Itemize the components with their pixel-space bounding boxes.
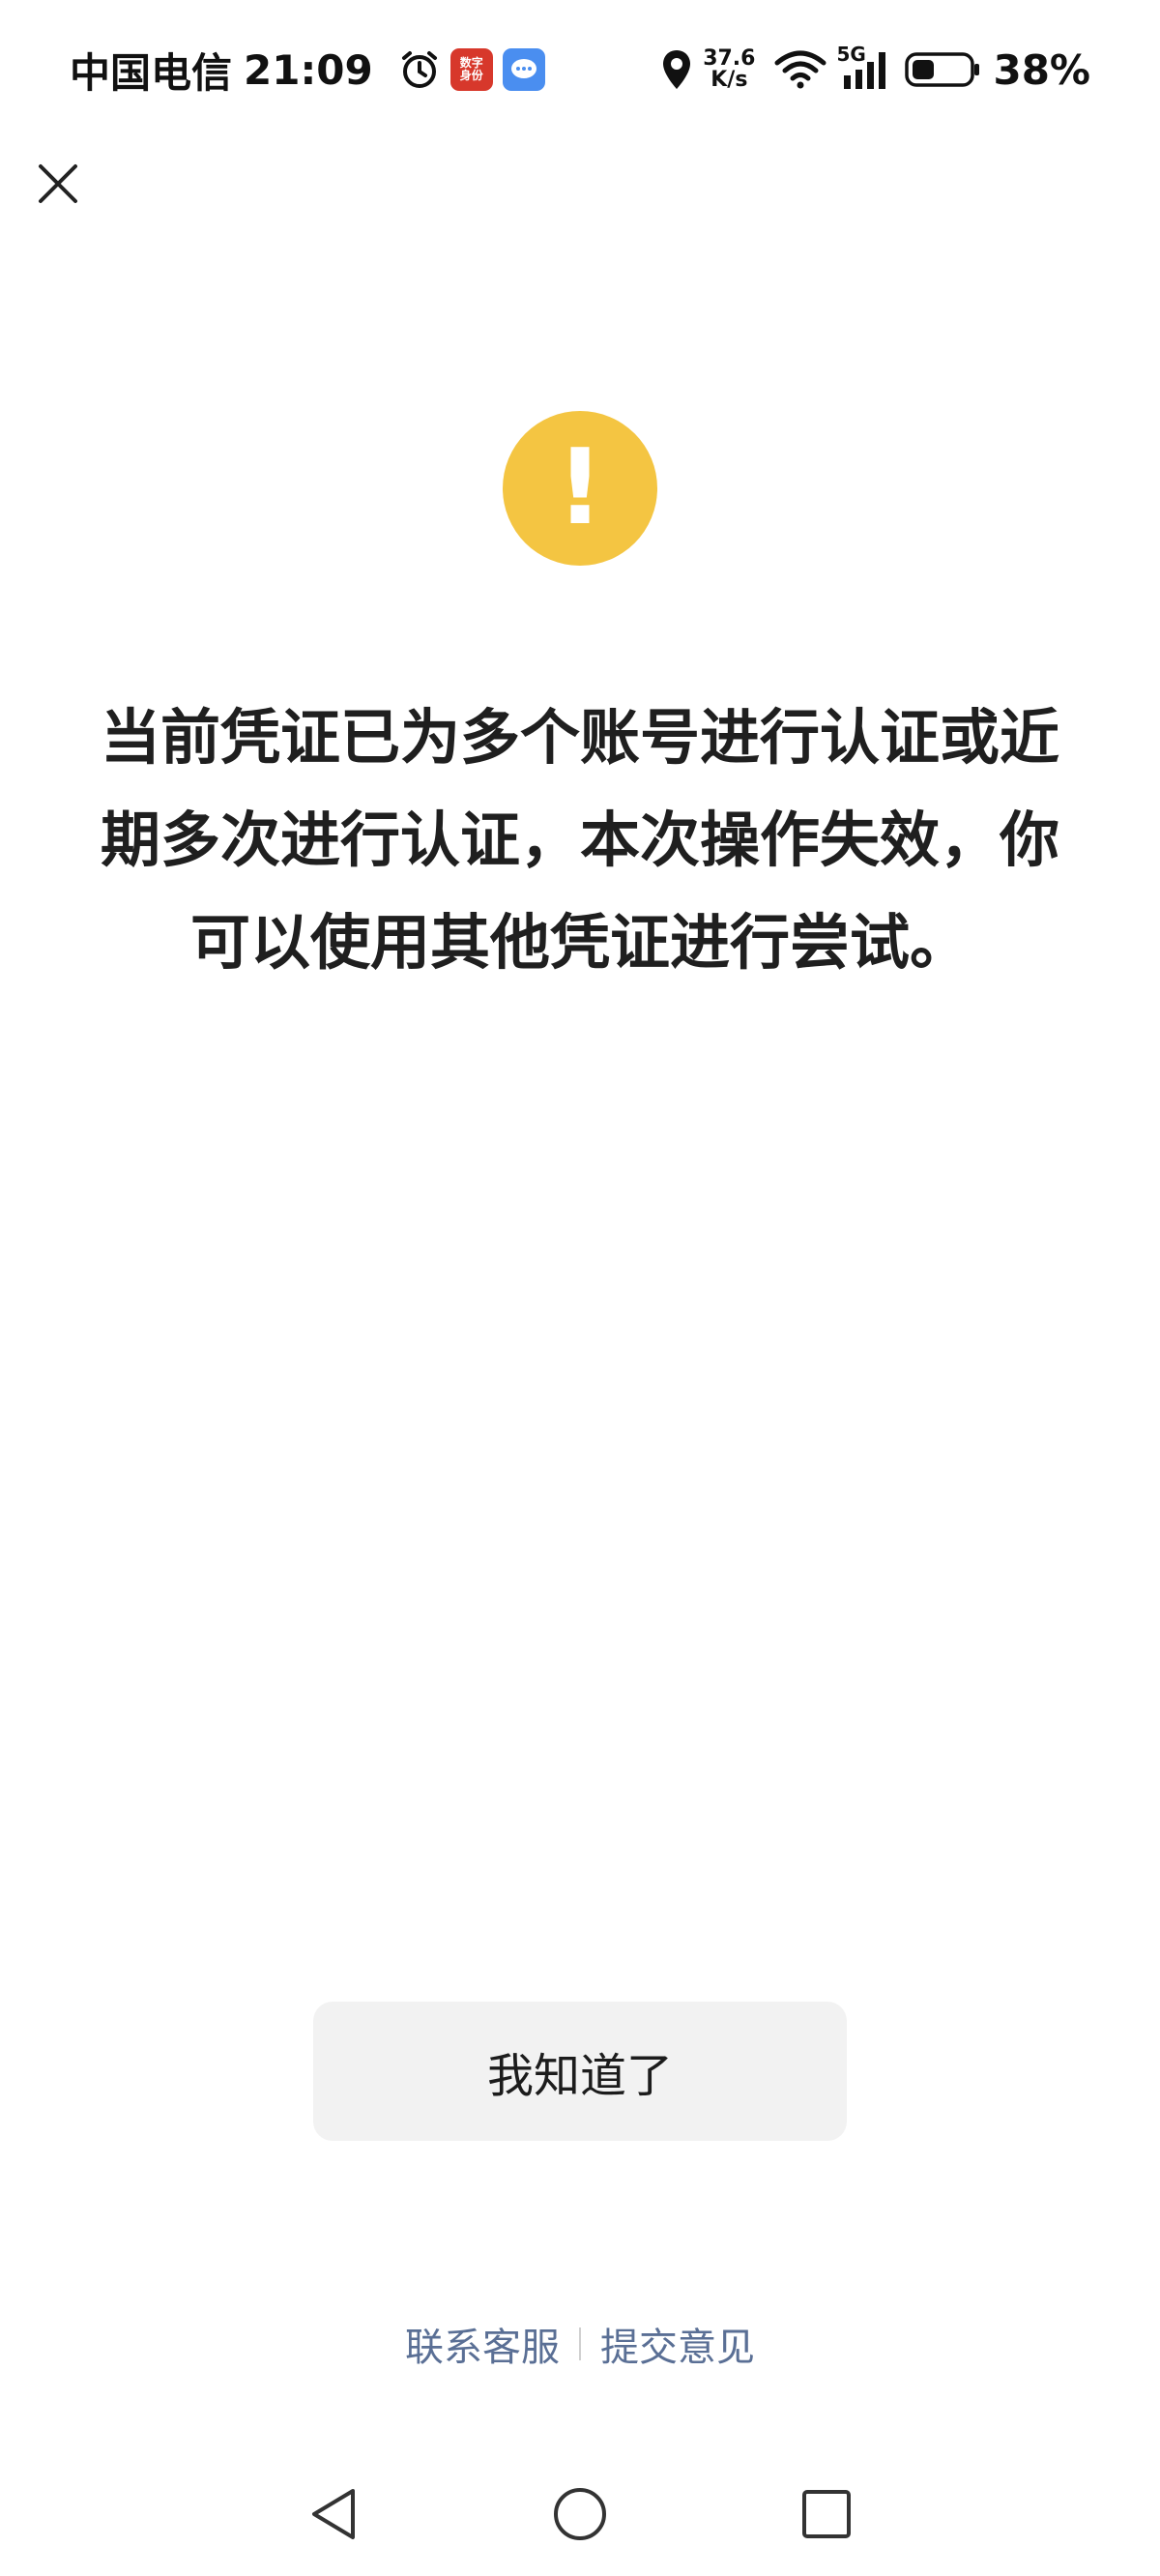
wifi-icon <box>774 49 826 90</box>
cellular-signal-icon: 5G <box>836 43 894 91</box>
nav-home-button[interactable] <box>536 2471 624 2558</box>
network-type-label: 5G <box>836 43 866 66</box>
warning-exclamation-glyph: ! <box>556 427 604 548</box>
system-nav-bar <box>0 2471 1160 2558</box>
location-icon <box>660 48 693 91</box>
footer-links: 联系客服 提交意见 <box>0 2316 1160 2372</box>
digital-id-app-icon: 数字身份 <box>450 48 493 91</box>
alarm-icon <box>398 48 441 91</box>
warning-icon: ! <box>503 411 657 566</box>
message-app-icon <box>502 48 545 91</box>
error-message: 当前凭证已为多个账号进行认证或近期多次进行认证，本次操作失效，你可以使用其他凭证… <box>100 702 1059 978</box>
close-icon <box>39 164 77 203</box>
network-speed: 37.6 K/s <box>703 48 755 91</box>
close-button[interactable] <box>29 155 87 213</box>
status-bar-left: 中国电信 21:09 数字身份 <box>70 41 545 99</box>
status-time: 21:09 <box>244 45 373 94</box>
submit-feedback-link[interactable]: 提交意见 <box>581 2316 774 2372</box>
confirm-button[interactable]: 我知道了 <box>313 2002 847 2141</box>
home-circle-icon <box>554 2488 606 2540</box>
network-speed-value: 37.6 <box>703 46 756 71</box>
status-bar: 中国电信 21:09 数字身份 37.6 K/s 5G 38% <box>0 0 1160 145</box>
back-triangle-icon <box>312 2489 355 2539</box>
status-bar-right: 37.6 K/s 5G 38% <box>651 41 1090 99</box>
battery-percentage: 38% <box>993 45 1090 94</box>
network-speed-unit: K/s <box>710 68 748 92</box>
nav-recents-button[interactable] <box>783 2471 870 2558</box>
digital-id-app-label: 数字身份 <box>459 56 483 82</box>
carrier-name: 中国电信 <box>70 48 233 97</box>
battery-icon <box>904 48 981 91</box>
recents-square-icon <box>802 2490 851 2538</box>
nav-back-button[interactable] <box>290 2471 377 2558</box>
contact-support-link[interactable]: 联系客服 <box>386 2316 579 2372</box>
